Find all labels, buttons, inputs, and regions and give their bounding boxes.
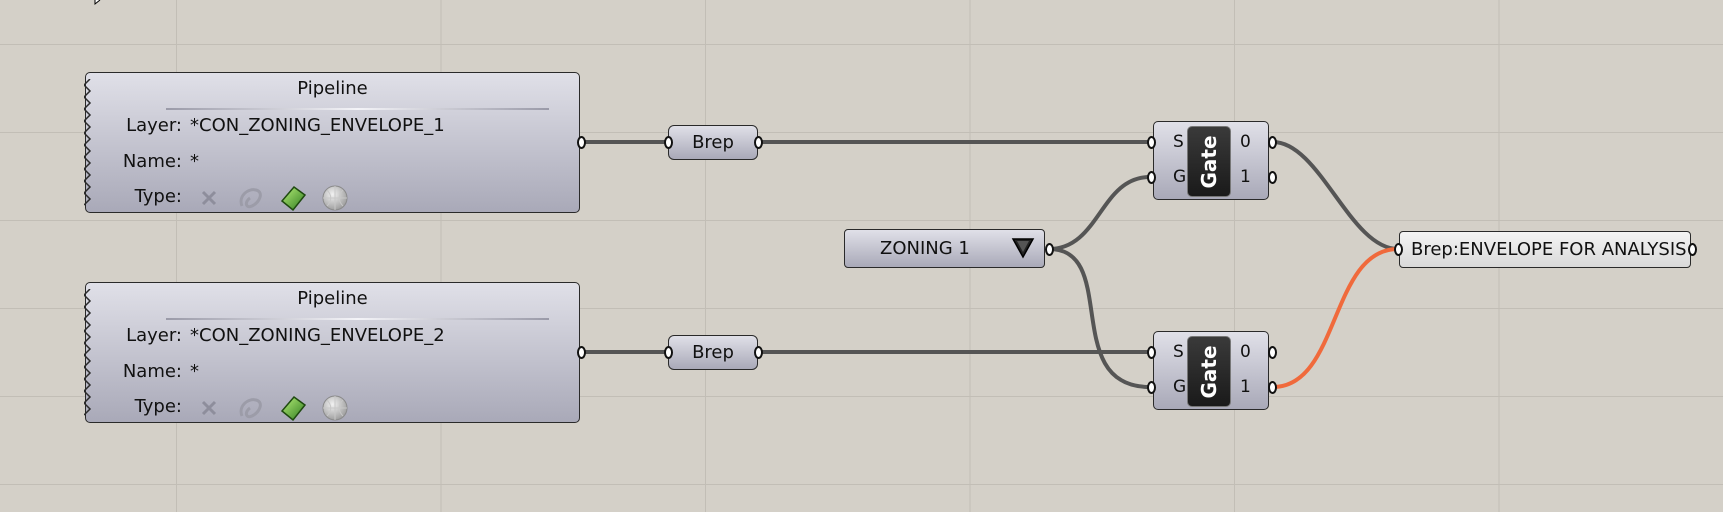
gate-input-s: S: [1173, 132, 1184, 152]
point-x-icon[interactable]: [194, 393, 224, 423]
name-label: Name:: [122, 361, 182, 382]
pipeline-title: Pipeline: [297, 78, 368, 99]
dropdown-triangle-icon[interactable]: [1010, 236, 1036, 260]
brep-param-label: Brep: [692, 342, 734, 363]
separator: [166, 318, 549, 320]
pipeline1-output-port[interactable]: [577, 136, 586, 149]
gate2-g-port[interactable]: [1147, 381, 1156, 394]
brep-param-label: Brep: [692, 132, 734, 153]
gate-output-1: 1: [1240, 377, 1251, 397]
gate-label-block: Gate: [1187, 336, 1231, 407]
layer-label: Layer:: [126, 115, 182, 136]
wire-gate2-out1-panel: [1271, 247, 1400, 389]
brep1-input-port[interactable]: [664, 136, 673, 149]
gate-label-block: Gate: [1187, 126, 1231, 197]
value-list-selected: ZONING 1: [880, 238, 970, 259]
output-param-output-port[interactable]: [1688, 243, 1697, 256]
gate-label: Gate: [1197, 134, 1221, 189]
brep-param-1[interactable]: Brep: [668, 125, 758, 160]
value-list-dropdown[interactable]: ZONING 1: [844, 229, 1045, 268]
type-filter-icons: [194, 393, 350, 423]
gate-component-1[interactable]: S G Gate 0 1: [1153, 121, 1269, 200]
layer-value[interactable]: *CON_ZONING_ENVELOPE_2: [190, 325, 445, 346]
wire-gate1-out0-panel: [1271, 140, 1400, 251]
wire-list-gate1-g: [1047, 175, 1152, 251]
grasshopper-canvas[interactable]: Pipeline Layer: *CON_ZONING_ENVELOPE_1 N…: [0, 0, 1723, 512]
brep2-output-port[interactable]: [754, 346, 763, 359]
gate1-g-port[interactable]: [1147, 171, 1156, 184]
gate-input-g: G: [1173, 167, 1187, 187]
separator: [166, 108, 549, 110]
gate-output-0: 0: [1240, 342, 1251, 362]
gate-output-0: 0: [1240, 132, 1251, 152]
type-filter-icons: [194, 183, 350, 213]
value-list-output-port[interactable]: [1045, 243, 1054, 256]
curve-icon[interactable]: [236, 183, 266, 213]
gate2-out0-port[interactable]: [1268, 346, 1277, 359]
brep-icon[interactable]: [278, 183, 308, 213]
output-param-input-port[interactable]: [1394, 243, 1403, 256]
curve-icon[interactable]: [236, 393, 266, 423]
point-x-icon[interactable]: [194, 183, 224, 213]
output-param-label: Brep:ENVELOPE FOR ANALYSIS: [1411, 239, 1687, 260]
gate1-out1-port[interactable]: [1268, 171, 1277, 184]
brep1-output-port[interactable]: [754, 136, 763, 149]
gate-output-1: 1: [1240, 167, 1251, 187]
gate2-out1-port[interactable]: [1268, 381, 1277, 394]
gate-input-s: S: [1173, 342, 1184, 362]
mesh-icon[interactable]: [320, 393, 350, 423]
wire-list-gate2-g: [1047, 247, 1152, 389]
name-value[interactable]: *: [190, 361, 199, 382]
gate-component-2[interactable]: S G Gate 0 1: [1153, 331, 1269, 410]
brep2-input-port[interactable]: [664, 346, 673, 359]
type-label: Type:: [134, 396, 182, 417]
layer-label: Layer:: [126, 325, 182, 346]
pipeline-component-1[interactable]: Pipeline Layer: *CON_ZONING_ENVELOPE_1 N…: [84, 72, 580, 213]
brep-param-2[interactable]: Brep: [668, 335, 758, 370]
pipeline2-output-port[interactable]: [577, 346, 586, 359]
layer-value[interactable]: *CON_ZONING_ENVELOPE_1: [190, 115, 445, 136]
gate1-s-port[interactable]: [1147, 136, 1156, 149]
gate-label: Gate: [1197, 344, 1221, 399]
gate-input-g: G: [1173, 377, 1187, 397]
gate1-out0-port[interactable]: [1268, 136, 1277, 149]
name-label: Name:: [122, 151, 182, 172]
pipeline-title: Pipeline: [297, 288, 368, 309]
brep-icon[interactable]: [278, 393, 308, 423]
mesh-icon[interactable]: [320, 183, 350, 213]
mouse-cursor-icon: [94, 0, 101, 6]
type-label: Type:: [134, 186, 182, 207]
gate2-s-port[interactable]: [1147, 346, 1156, 359]
name-value[interactable]: *: [190, 151, 199, 172]
pipeline-component-2[interactable]: Pipeline Layer: *CON_ZONING_ENVELOPE_2 N…: [84, 282, 580, 423]
output-brep-param[interactable]: Brep:ENVELOPE FOR ANALYSIS: [1399, 231, 1691, 268]
